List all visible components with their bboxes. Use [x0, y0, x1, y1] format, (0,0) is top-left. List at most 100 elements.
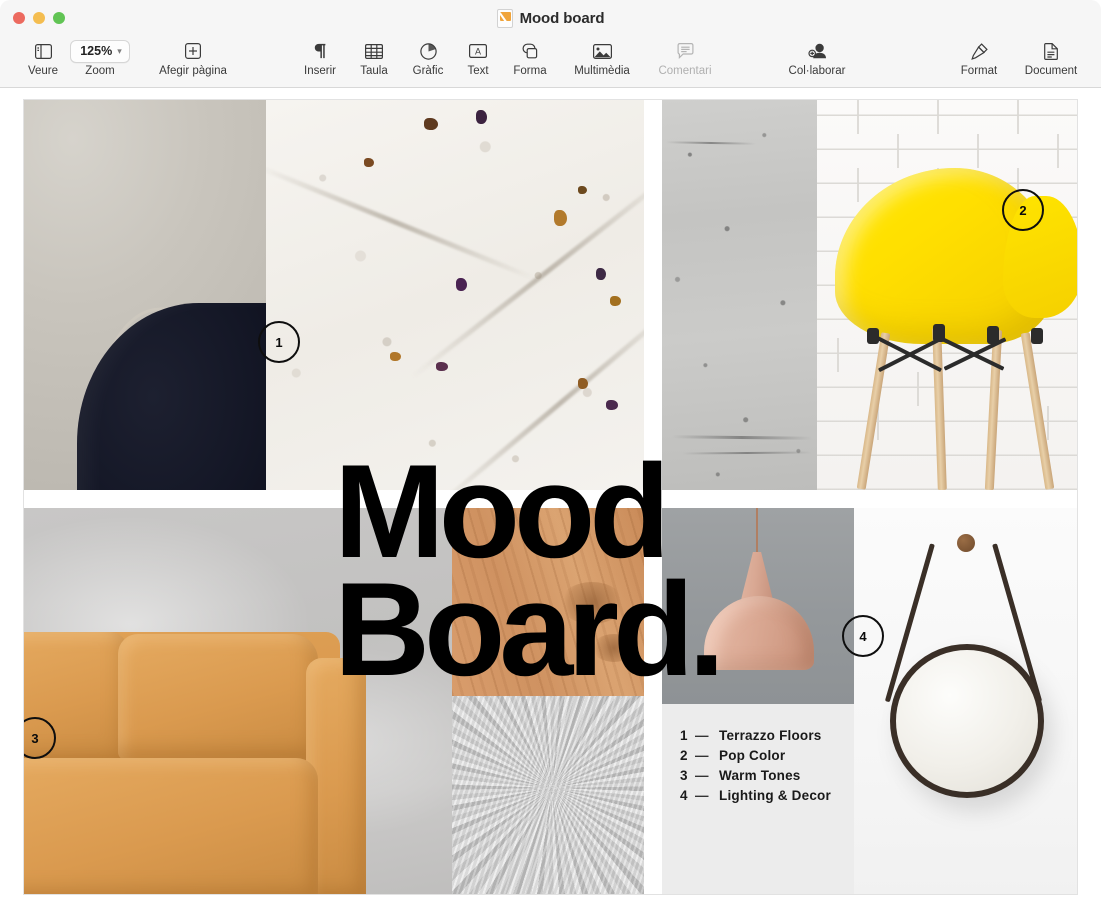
photo-icon — [588, 39, 616, 63]
close-button[interactable] — [13, 12, 25, 24]
sidebar-icon — [29, 39, 57, 63]
toolbar-label-shape: Forma — [513, 65, 546, 77]
toolbar-button-comment[interactable]: Comentari — [652, 36, 718, 77]
legend-dash: — — [695, 726, 719, 746]
terrazzo-seam — [266, 164, 536, 281]
toolbar-button-shape[interactable]: Forma — [507, 36, 553, 77]
chair-leg-mount — [1031, 328, 1043, 344]
pie-chart-icon — [414, 39, 442, 63]
chair-piping-detail — [92, 303, 251, 490]
window-controls — [13, 12, 65, 24]
terrazzo-chip — [476, 110, 487, 124]
img-round-mirror[interactable] — [854, 508, 1078, 895]
chevron-down-icon: ▾ — [117, 46, 122, 57]
chair-leg — [1021, 332, 1055, 489]
wood-knot — [592, 634, 636, 662]
toolbar-label-insert: Inserir — [304, 65, 336, 77]
minimize-button[interactable] — [33, 12, 45, 24]
brick-joint — [857, 100, 859, 134]
toolbar: Veure 125% ▾ Zoom Afegir pàgina — [0, 36, 1101, 88]
callout-badge-4[interactable]: 4 — [842, 615, 884, 657]
plus-box-icon — [179, 39, 207, 63]
chair-leg-mount — [867, 328, 879, 344]
legend-row: 4 — Lighting & Decor — [680, 786, 854, 806]
toolbar-button-media[interactable]: Multimèdia — [563, 36, 641, 77]
toolbar-button-collaborate[interactable]: Col·laborar — [777, 36, 857, 77]
terrazzo-chip — [554, 210, 567, 226]
toolbar-button-format[interactable]: Format — [953, 36, 1005, 77]
table-icon — [360, 39, 388, 63]
chair-leg-mount — [987, 326, 999, 344]
toolbar-label-chart: Gràfic — [413, 65, 444, 77]
legend-number: 4 — [680, 786, 695, 806]
brick-joint — [857, 168, 859, 202]
document-canvas[interactable]: 1 — Terrazzo Floors 2 — Pop Color 3 — Wa… — [0, 88, 1101, 910]
toolbar-button-chart[interactable]: Gràfic — [405, 36, 451, 77]
callout-badge-2[interactable]: 2 — [1002, 189, 1044, 231]
toolbar-label-text: Text — [467, 65, 488, 77]
brick-joint — [1047, 406, 1049, 440]
callout-badge-1[interactable]: 1 — [258, 321, 300, 363]
chair-leg — [932, 328, 947, 490]
lamp-cord — [756, 508, 758, 556]
legend-number: 2 — [680, 746, 695, 766]
img-tan-sofa[interactable] — [24, 508, 452, 895]
brick-joint — [1017, 100, 1019, 134]
maximize-button[interactable] — [53, 12, 65, 24]
toolbar-button-add-page[interactable]: Afegir pàgina — [143, 36, 243, 77]
img-fur[interactable] — [452, 696, 644, 895]
keynote-window: Mood board Veure 125% ▾ Zoom — [0, 0, 1101, 910]
toolbar-button-document[interactable]: Document — [1016, 36, 1086, 77]
pilcrow-icon — [306, 39, 334, 63]
toolbar-zoom-control[interactable]: 125% ▾ Zoom — [64, 36, 136, 77]
img-concrete[interactable] — [662, 100, 817, 490]
window-title-group: Mood board — [0, 0, 1101, 36]
zoom-value: 125% — [80, 44, 112, 58]
wood-knot — [560, 582, 624, 624]
legend-dash: — — [695, 766, 719, 786]
sofa-back-cushion — [118, 634, 318, 760]
slide-page[interactable]: 1 — Terrazzo Floors 2 — Pop Color 3 — Wa… — [23, 99, 1078, 895]
brick-joint — [897, 134, 899, 168]
window-title: Mood board — [520, 10, 605, 27]
img-yellow-chair[interactable] — [817, 100, 1078, 490]
chair-leg — [985, 330, 1002, 490]
img-terrazzo[interactable] — [266, 100, 644, 490]
terrazzo-chip — [596, 268, 606, 280]
toolbar-label-collaborate: Col·laborar — [789, 65, 846, 77]
chair-leg — [857, 332, 891, 489]
brick-joint — [1057, 134, 1059, 168]
legend-panel: 1 — Terrazzo Floors 2 — Pop Color 3 — Wa… — [662, 704, 854, 895]
toolbar-label-format: Format — [961, 65, 997, 77]
legend-label: Terrazzo Floors — [719, 726, 822, 746]
toolbar-button-insert[interactable]: Inserir — [298, 36, 342, 77]
legend-label: Lighting & Decor — [719, 786, 831, 806]
zoom-popup-button[interactable]: 125% ▾ — [70, 39, 130, 63]
document-icon — [1037, 39, 1065, 63]
concrete-crack — [682, 452, 812, 455]
toolbar-button-text[interactable]: A Text — [461, 36, 495, 77]
callout-number: 2 — [1019, 203, 1026, 218]
toolbar-label-add-page: Afegir pàgina — [159, 65, 227, 77]
terrazzo-seam — [433, 295, 644, 490]
terrazzo-chip — [606, 400, 618, 410]
img-pendant-lamp[interactable] — [662, 508, 854, 704]
lamp-shade — [704, 596, 814, 670]
title-bar: Mood board — [0, 0, 1101, 36]
toolbar-button-table[interactable]: Taula — [353, 36, 395, 77]
add-person-icon — [803, 39, 831, 63]
keynote-document-icon — [497, 9, 513, 28]
concrete-crack — [666, 141, 756, 145]
shapes-icon — [516, 39, 544, 63]
concrete-crack — [672, 435, 812, 439]
img-dark-chair[interactable] — [24, 100, 266, 490]
brick-joint — [937, 100, 939, 134]
comment-icon — [671, 39, 699, 63]
terrazzo-chip — [436, 362, 448, 371]
toolbar-label-media: Multimèdia — [574, 65, 630, 77]
terrazzo-chip — [364, 158, 374, 167]
text-box-icon: A — [464, 39, 492, 63]
img-wood[interactable] — [452, 508, 644, 696]
brick-joint — [977, 134, 979, 168]
terrazzo-chip — [456, 278, 467, 291]
